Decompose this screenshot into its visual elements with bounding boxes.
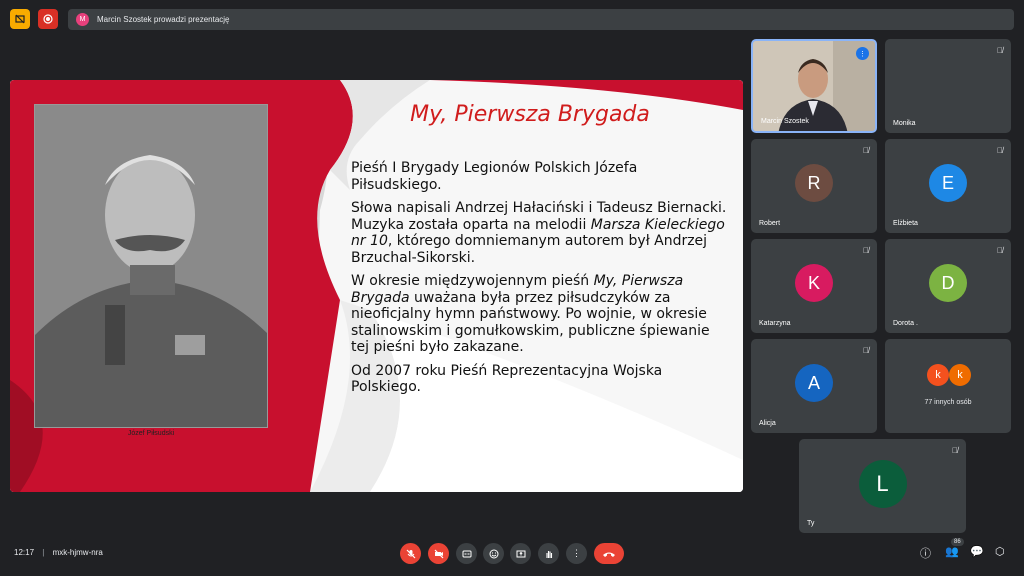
record-icon bbox=[43, 14, 53, 24]
participant-tile-dorota[interactable]: 🎙̸ D Dorota . bbox=[885, 239, 1011, 333]
participant-name: Dorota . bbox=[893, 320, 918, 327]
participant-tile-monika[interactable]: 🎙̸ Monika bbox=[885, 39, 1011, 133]
presentation-banner: M Marcin Szostek prowadzi prezentację bbox=[68, 9, 1014, 30]
emoji-icon bbox=[489, 549, 498, 558]
record-button[interactable] bbox=[38, 9, 58, 29]
paragraph-2: Słowa napisali Andrzej Hałaciński i Tade… bbox=[351, 200, 727, 266]
mini-avatar: k bbox=[949, 364, 971, 386]
participant-name: Monika bbox=[893, 120, 916, 127]
reactions-button[interactable] bbox=[483, 543, 504, 564]
more-options-button[interactable]: ⋮ bbox=[566, 543, 587, 564]
presenter-avatar: M bbox=[76, 13, 89, 26]
avatar: E bbox=[929, 164, 967, 202]
leave-call-button[interactable] bbox=[594, 543, 624, 564]
hang-up-icon bbox=[603, 552, 615, 557]
mic-off-icon: 🎙̸ bbox=[952, 446, 958, 455]
participant-tile-alicja[interactable]: 🎙̸ A Alicja bbox=[751, 339, 877, 433]
slide-body: Pieśń I Brygady Legionów Polskich Józefa… bbox=[351, 160, 731, 403]
slide-title: My, Pierwsza Brygada bbox=[410, 102, 650, 127]
self-tile[interactable]: 🎙̸ L Ty bbox=[799, 439, 966, 533]
portrait-caption: Józef Piłsudski bbox=[127, 430, 175, 437]
participant-name: Alicja bbox=[759, 420, 776, 427]
separator: | bbox=[42, 548, 45, 557]
avatar: L bbox=[858, 460, 907, 508]
portrait-image bbox=[35, 105, 267, 427]
others-count: 77 innych osób bbox=[924, 399, 972, 406]
mini-avatar: k bbox=[927, 364, 949, 386]
portrait-photo bbox=[34, 104, 268, 428]
participant-tile-elzbieta[interactable]: 🎙̸ E Elżbieta bbox=[885, 139, 1011, 233]
mic-off-icon: 🎙̸ bbox=[997, 246, 1003, 255]
clock: 12:17 bbox=[14, 548, 35, 557]
people-icon[interactable]: 👥 bbox=[945, 545, 959, 558]
present-icon bbox=[516, 550, 525, 557]
captions-icon bbox=[462, 550, 471, 557]
mic-toggle-button[interactable] bbox=[400, 543, 421, 564]
paragraph-1: Pieśń I Brygady Legionów Polskich Józefa… bbox=[351, 160, 638, 193]
mic-off-icon: 🎙̸ bbox=[863, 246, 869, 255]
avatar: K bbox=[795, 264, 833, 302]
chat-icon[interactable]: 💬 bbox=[970, 545, 984, 558]
info-icon[interactable]: ⓘ bbox=[920, 545, 931, 561]
shared-slide: Józef Piłsudski My, Pierwsza Brygada Pie… bbox=[10, 80, 743, 492]
paragraph-4: Od 2007 roku Pieśń Reprezentacyjna Wojsk… bbox=[351, 362, 663, 396]
captions-button[interactable] bbox=[456, 543, 477, 564]
participant-name: Katarzyna bbox=[759, 320, 791, 327]
present-now-button[interactable] bbox=[510, 543, 531, 564]
others-tile[interactable]: k k 77 innych osób bbox=[885, 339, 1011, 433]
participant-name: Robert bbox=[759, 220, 781, 227]
avatar: A bbox=[795, 364, 833, 402]
mic-off-icon: 🎙̸ bbox=[997, 46, 1003, 55]
avatar: D bbox=[929, 264, 967, 302]
people-count-badge: 86 bbox=[951, 538, 964, 546]
present-toggle-button[interactable] bbox=[10, 9, 30, 29]
participant-name: Ty bbox=[807, 520, 815, 527]
presenting-text: Marcin Szostek prowadzi prezentację bbox=[97, 15, 230, 24]
meeting-info: 12:17 | mxk-hjmw-nra bbox=[14, 548, 103, 557]
participant-tile-katarzyna[interactable]: 🎙̸ K Katarzyna bbox=[751, 239, 877, 333]
mic-off-icon: 🎙̸ bbox=[997, 146, 1003, 155]
meeting-code: mxk-hjmw-nra bbox=[52, 548, 103, 557]
hand-icon bbox=[545, 550, 552, 558]
avatar: R bbox=[795, 164, 833, 202]
camera-off-icon bbox=[434, 549, 443, 558]
participant-tile-marcin[interactable]: ⋮ Marcin Szostek bbox=[751, 39, 877, 133]
mic-off-icon bbox=[406, 549, 415, 558]
participant-name: Marcin Szostek bbox=[761, 118, 809, 125]
more-vert-icon: ⋮ bbox=[572, 548, 581, 558]
mic-off-icon: 🎙̸ bbox=[863, 346, 869, 355]
activities-icon[interactable]: ⬡ bbox=[995, 545, 1005, 558]
bottom-bar: 12:17 | mxk-hjmw-nra ⋮ ⓘ 👥 86 💬 ⬡ bbox=[0, 538, 1024, 572]
participant-name: Elżbieta bbox=[893, 220, 918, 227]
camera-toggle-button[interactable] bbox=[428, 543, 449, 564]
speaking-indicator-icon: ⋮ bbox=[856, 47, 869, 60]
presentation-icon bbox=[15, 14, 25, 24]
raise-hand-button[interactable] bbox=[538, 543, 559, 564]
mic-off-icon: 🎙̸ bbox=[863, 146, 869, 155]
top-bar: M Marcin Szostek prowadzi prezentację bbox=[0, 0, 1024, 40]
participant-tile-robert[interactable]: 🎙̸ R Robert bbox=[751, 139, 877, 233]
paragraph-3: W okresie międzywojennym pieśń My, Pierw… bbox=[351, 273, 710, 355]
